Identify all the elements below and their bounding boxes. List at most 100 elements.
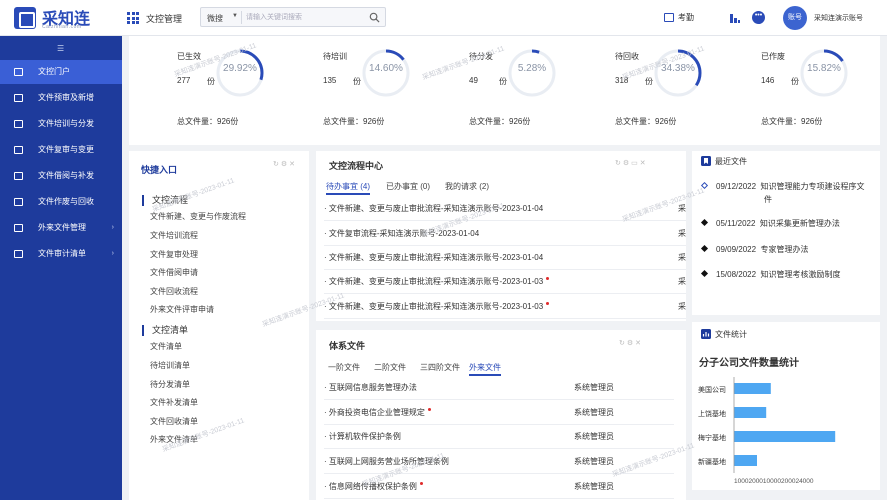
tab-level2[interactable]: 二阶文件	[374, 362, 406, 373]
recycle-icon	[14, 198, 23, 206]
flow-row-text: 文件新建、变更与废止审批流程-采知连演示账号-2023-01-04	[328, 253, 544, 262]
stats-panel: 已生效 277 份 29.92% 总文件量：926份 待培训 135 份 14.…	[129, 36, 880, 145]
module-title: 文控管理	[146, 14, 183, 24]
stat-total: 总文件量：926份	[615, 117, 677, 126]
stat-percent: 34.38%	[661, 63, 695, 74]
bookmark-icon	[701, 156, 711, 166]
sidebar-item-training[interactable]: 文件培训与分发	[0, 112, 122, 136]
stat-unit: 份	[791, 77, 799, 86]
stats-icon	[701, 329, 711, 339]
external-file-icon	[14, 224, 23, 232]
audit-list-icon	[14, 250, 23, 258]
attendance-link[interactable]: 考勤	[664, 12, 694, 23]
collapse-menu-icon[interactable]: ☰	[57, 44, 64, 53]
flow-row-right: 采	[678, 277, 686, 286]
flow-row[interactable]: · 文件新建、变更与废止审批流程-采知连演示账号-2023-01-04 采	[324, 246, 686, 270]
more-icon[interactable]: •••	[752, 11, 765, 24]
search-divider	[241, 11, 242, 24]
sidebar-item-review[interactable]: 文件复审与变更	[0, 138, 122, 162]
search-input[interactable]	[246, 10, 361, 25]
stat-count: 146	[761, 76, 775, 85]
quick-link[interactable]: 文件复审处理	[150, 249, 198, 260]
flow-row[interactable]: · 文件复审流程-采知连演示账号-2023-01-04 采	[324, 222, 686, 246]
flow-row[interactable]: · 文件新建、变更与废止审批流程-采知连演示账号-2023-01-04 采	[324, 197, 686, 221]
user-name[interactable]: 采知连演示账号	[814, 13, 863, 23]
sidebar-item-label: 文控门户	[38, 67, 70, 76]
system-row[interactable]: · 计算机软件保护条例 系统管理员	[324, 425, 674, 449]
recent-date: 09/09/2022	[716, 245, 757, 254]
recent-files-panel: 最近文件 09/12/2022 知识管理能力专项建设程序文 件 05/11/20…	[692, 151, 880, 315]
stat-label: 已生效	[177, 52, 201, 61]
brand-logo[interactable]: 采知连 Caizhilian.com	[14, 5, 124, 31]
quick-link[interactable]: 文件清单	[150, 341, 182, 352]
panel-tools[interactable]: ↻⚙▭✕	[615, 159, 648, 167]
recent-item[interactable]: 09/12/2022 知识管理能力专项建设程序文	[700, 181, 865, 192]
calendar-icon	[664, 13, 674, 23]
system-row[interactable]: · 互联网信息服务管理办法 系统管理员	[324, 376, 674, 400]
recent-title: 知识管理考核激励制度	[760, 270, 841, 279]
stat-unit: 份	[499, 77, 507, 86]
sidebar-item-external[interactable]: 外来文件管理 ›	[0, 216, 122, 240]
chart-bar[interactable]	[734, 407, 767, 418]
recent-item[interactable]: 05/11/2022 知识采集更新管理办法	[700, 218, 840, 229]
panel-title: 最近文件	[715, 157, 747, 166]
system-row-text: 计算机软件保护条例	[328, 432, 401, 441]
stat-unit: 份	[645, 77, 653, 86]
tab-external[interactable]: 外来文件	[469, 362, 501, 373]
quick-link[interactable]: 文件补发清单	[150, 397, 198, 408]
flow-row-text: 文件新建、变更与废止审批流程-采知连演示账号-2023-01-03	[328, 277, 544, 286]
quick-link[interactable]: 文件回收清单	[150, 416, 198, 427]
stat-total: 总文件量：926份	[761, 117, 823, 126]
doc-stats-panel: 文件统计 分子公司文件数量统计 美国公司 上饶基地 梅宁基地 新疆基地 10002000…	[692, 322, 880, 490]
unread-dot-icon	[546, 277, 550, 280]
panel-tools[interactable]: ↻⚙✕	[619, 339, 643, 347]
panel-tools[interactable]: ↻⚙✕	[273, 160, 297, 168]
sidebar-item-borrow[interactable]: 文件借阅与补发	[0, 164, 122, 188]
quick-link[interactable]: 文件培训流程	[150, 230, 198, 241]
quick-link[interactable]: 文件回收流程	[150, 286, 198, 297]
sidebar-item-prereview[interactable]: 文件预审及新增	[0, 86, 122, 110]
quick-link[interactable]: 文件新建、变更与作废流程	[150, 211, 246, 222]
quick-link[interactable]: 文件借阅申请	[150, 267, 198, 278]
tab-done[interactable]: 已办事宜 (0)	[386, 181, 430, 192]
avatar[interactable]: 账号	[783, 6, 807, 30]
search-scope-select[interactable]: 微搜	[207, 13, 223, 24]
flow-row-right: 采	[678, 302, 686, 311]
quick-link[interactable]: 外来文件清单	[150, 434, 198, 445]
recent-item[interactable]: 15/08/2022 知识管理考核激励制度	[700, 269, 841, 280]
tab-level1[interactable]: 一阶文件	[328, 362, 360, 373]
system-row[interactable]: · 外商投资电信企业管理规定 系统管理员	[324, 401, 674, 425]
app-grid-icon[interactable]	[127, 12, 139, 24]
flow-row-right: 采	[678, 253, 686, 262]
flow-row-text: 文件新建、变更与废止审批流程-采知连演示账号-2023-01-03	[328, 302, 544, 311]
quick-link[interactable]: 待培训清单	[150, 360, 190, 371]
tab-todo[interactable]: 待办事宜 (4)	[326, 181, 370, 192]
search-icon[interactable]	[369, 12, 380, 23]
chart-bar[interactable]	[734, 431, 836, 442]
chart-category-label: 新疆基地	[698, 457, 726, 466]
sidebar-item-audit[interactable]: 文件审计清单 ›	[0, 242, 122, 266]
sidebar-item-recycle[interactable]: 文件作废与回收	[0, 190, 122, 214]
sidebar-item-label: 文件培训与分发	[38, 119, 94, 128]
recent-title: 专家管理办法	[760, 245, 809, 254]
flow-row[interactable]: · 文件新建、变更与废止审批流程-采知连演示账号-2023-01-03 采	[324, 270, 686, 294]
flow-center-panel: 文控流程中心 ↻⚙▭✕ 待办事宜 (4) 已办事宜 (0) 我的请求 (2) ·…	[316, 151, 686, 321]
quick-link[interactable]: 待分发清单	[150, 379, 190, 390]
timeline-marker-icon	[700, 269, 709, 278]
tab-requests[interactable]: 我的请求 (2)	[445, 181, 489, 192]
system-row[interactable]: · 信息网络传播权保护条例 系统管理员	[324, 475, 674, 499]
stat-unit: 份	[353, 77, 361, 86]
quick-link[interactable]: 外来文件评审申请	[150, 304, 214, 315]
recent-title: 知识采集更新管理办法	[759, 219, 840, 228]
chevron-down-icon[interactable]: ▼	[232, 13, 238, 19]
stat-count: 135	[323, 76, 337, 85]
recent-item[interactable]: 09/09/2022 专家管理办法	[700, 244, 809, 255]
review-icon	[14, 146, 23, 154]
org-chart-icon[interactable]	[729, 12, 741, 24]
sidebar-item-portal[interactable]: 文控门户	[0, 60, 122, 84]
chart-bar[interactable]	[734, 455, 757, 466]
tab-level34[interactable]: 三四阶文件	[420, 362, 460, 373]
chart-bar[interactable]	[734, 383, 771, 394]
system-row[interactable]: · 互联网上网服务营业场所管理条例 系统管理员	[324, 450, 674, 474]
flow-row[interactable]: · 文件新建、变更与废止审批流程-采知连演示账号-2023-01-03 采	[324, 295, 686, 319]
